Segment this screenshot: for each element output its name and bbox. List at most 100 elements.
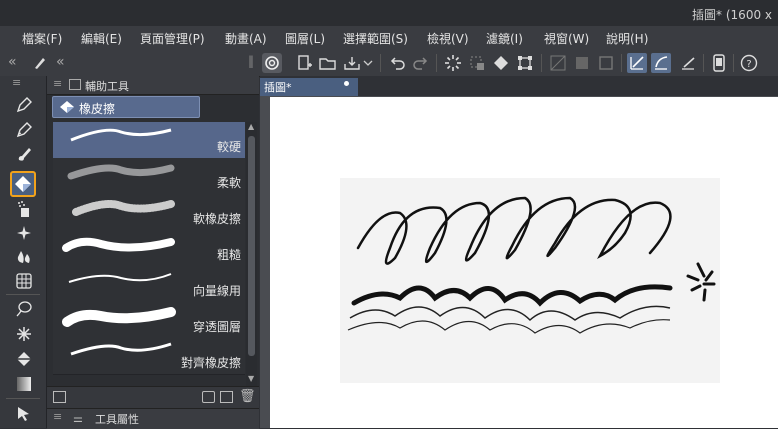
new-subtool-icon[interactable] bbox=[220, 391, 233, 403]
snap-to-ruler-icon[interactable] bbox=[627, 53, 647, 73]
subtool-label: 軟橡皮擦 bbox=[192, 212, 241, 226]
subtool-item[interactable]: 粗糙 bbox=[53, 230, 245, 267]
subtool-item[interactable]: 柔軟 bbox=[53, 158, 245, 195]
collapse-left-icon[interactable]: « bbox=[8, 54, 17, 70]
toolbar-divider bbox=[703, 54, 704, 72]
subtool-group-tab[interactable]: 橡皮擦 bbox=[52, 96, 200, 118]
fill-bucket-icon[interactable] bbox=[12, 348, 36, 370]
subtool-label: 對齊橡皮擦 bbox=[180, 356, 241, 370]
sliders-icon: ⚌ bbox=[73, 412, 83, 425]
menu-file[interactable]: 檔案(F) bbox=[22, 30, 62, 47]
subtool-label: 較硬 bbox=[216, 140, 241, 154]
clip-studio-icon[interactable] bbox=[262, 53, 282, 73]
ruler-icon[interactable] bbox=[548, 53, 568, 73]
close-tab-icon[interactable] bbox=[344, 81, 349, 86]
operation-icon[interactable] bbox=[12, 402, 36, 424]
brush-stroke-preview bbox=[68, 273, 172, 283]
transform-icon[interactable] bbox=[515, 53, 535, 73]
toolbar-divider bbox=[380, 54, 381, 72]
subtool-item[interactable]: 向量線用 bbox=[53, 266, 245, 303]
menu-window[interactable]: 視窗(W) bbox=[544, 30, 589, 47]
airbrush-icon[interactable] bbox=[12, 198, 36, 220]
tool-palette: ≡ bbox=[0, 76, 47, 428]
menu-view[interactable]: 檢視(V) bbox=[427, 30, 469, 47]
blend-icon[interactable] bbox=[12, 246, 36, 268]
tool-divider bbox=[6, 398, 40, 399]
subtool-panel-icon bbox=[69, 79, 81, 90]
menu-page-management[interactable]: 頁面管理(P) bbox=[140, 30, 205, 47]
title-bar: 插圖* (1600 x bbox=[0, 0, 778, 26]
subtool-label: 粗糙 bbox=[216, 248, 241, 262]
toolbar-divider bbox=[621, 54, 622, 72]
clear-icon[interactable] bbox=[467, 53, 487, 73]
brush-stroke-preview bbox=[70, 128, 172, 142]
figure-icon[interactable] bbox=[12, 270, 36, 292]
subtool-item[interactable]: 對齊橡皮擦 bbox=[53, 338, 245, 375]
smartphone-icon[interactable] bbox=[709, 53, 729, 73]
trash-icon[interactable]: 🗑 bbox=[239, 389, 256, 404]
auto-select-icon[interactable] bbox=[12, 323, 36, 345]
pen-tool-icon[interactable] bbox=[30, 53, 50, 73]
redo-icon[interactable] bbox=[411, 53, 431, 73]
document-tab-label: 插圖* bbox=[264, 81, 292, 94]
brush-icon[interactable] bbox=[12, 144, 36, 166]
pen-icon[interactable] bbox=[12, 94, 36, 116]
subtool-label: 柔軟 bbox=[216, 176, 241, 190]
menu-help[interactable]: 說明(H) bbox=[606, 30, 648, 47]
loading-icon[interactable] bbox=[443, 53, 463, 73]
menu-filter[interactable]: 濾鏡(I) bbox=[486, 30, 523, 47]
pencil-icon[interactable] bbox=[12, 119, 36, 141]
document-tab[interactable]: 插圖* bbox=[260, 78, 358, 96]
tool-divider bbox=[6, 294, 40, 295]
subtool-footer: 🗑 bbox=[47, 386, 259, 409]
brush-stroke-preview bbox=[67, 164, 175, 180]
command-bar: « « ‖ ? bbox=[0, 50, 778, 77]
copy-subtool-icon[interactable] bbox=[202, 391, 215, 403]
panel-menu-icon[interactable]: ≡ bbox=[53, 410, 62, 423]
help-icon[interactable]: ? bbox=[739, 53, 759, 73]
decoration-icon[interactable] bbox=[12, 222, 36, 244]
toolbar-divider bbox=[733, 54, 734, 72]
panel-grip-icon: ‖ bbox=[248, 54, 254, 68]
brush-stroke-preview bbox=[72, 200, 175, 216]
collapse-panel-icon[interactable]: « bbox=[56, 54, 65, 70]
lasso-icon[interactable] bbox=[12, 298, 36, 320]
menu-selection[interactable]: 選擇範圍(S) bbox=[343, 30, 408, 47]
window-title: 插圖* (1600 x bbox=[692, 8, 772, 22]
undo-icon[interactable] bbox=[387, 53, 407, 73]
panel-menu-icon[interactable]: ≡ bbox=[12, 76, 21, 89]
scroll-up-icon[interactable]: ▲ bbox=[248, 122, 254, 131]
eraser-icon bbox=[59, 100, 75, 117]
eraser-tool-icon[interactable] bbox=[10, 171, 36, 197]
menu-animation[interactable]: 動畫(A) bbox=[225, 30, 267, 47]
snap-to-grid-icon[interactable] bbox=[678, 53, 698, 73]
brush-stroke-preview bbox=[70, 342, 172, 356]
menu-bar: 檔案(F) 編輯(E) 頁面管理(P) 動畫(A) 圖層(L) 選擇範圍(S) … bbox=[0, 26, 778, 51]
subtool-item[interactable]: 穿透圖層 bbox=[53, 302, 245, 339]
chevron-down-icon[interactable] bbox=[362, 53, 374, 73]
panel-menu-icon[interactable]: ≡ bbox=[53, 77, 62, 90]
subtool-label: 穿透圖層 bbox=[192, 320, 241, 334]
drawing-strokes bbox=[347, 196, 716, 334]
snap-to-curve-icon[interactable] bbox=[651, 53, 671, 73]
subtool-item[interactable]: 較硬 bbox=[53, 122, 245, 159]
subtool-settings-icon[interactable] bbox=[53, 391, 66, 403]
brush-stroke-preview bbox=[62, 237, 175, 252]
snap-icon[interactable] bbox=[572, 53, 592, 73]
grid-icon[interactable] bbox=[596, 53, 616, 73]
subtool-scrollbar[interactable]: ▲ ▼ bbox=[246, 122, 257, 386]
save-icon[interactable] bbox=[342, 53, 362, 73]
fill-icon[interactable] bbox=[491, 53, 511, 73]
open-folder-icon[interactable] bbox=[318, 53, 338, 73]
gradient-icon[interactable] bbox=[12, 373, 36, 395]
subtool-item[interactable]: 軟橡皮擦 bbox=[53, 194, 245, 231]
scrollbar-thumb[interactable] bbox=[248, 136, 255, 356]
svg-text:?: ? bbox=[746, 59, 751, 70]
menu-layer[interactable]: 圖層(L) bbox=[285, 30, 325, 47]
subtool-panel-header: ≡ 輔助工具 bbox=[47, 76, 259, 95]
menu-edit[interactable]: 編輯(E) bbox=[81, 30, 122, 47]
scroll-down-icon[interactable]: ▼ bbox=[248, 374, 254, 383]
new-file-icon[interactable] bbox=[295, 53, 315, 73]
subtool-label: 向量線用 bbox=[192, 284, 241, 298]
tool-property-header: ≡ ⚌ 工具屬性 bbox=[47, 408, 259, 429]
